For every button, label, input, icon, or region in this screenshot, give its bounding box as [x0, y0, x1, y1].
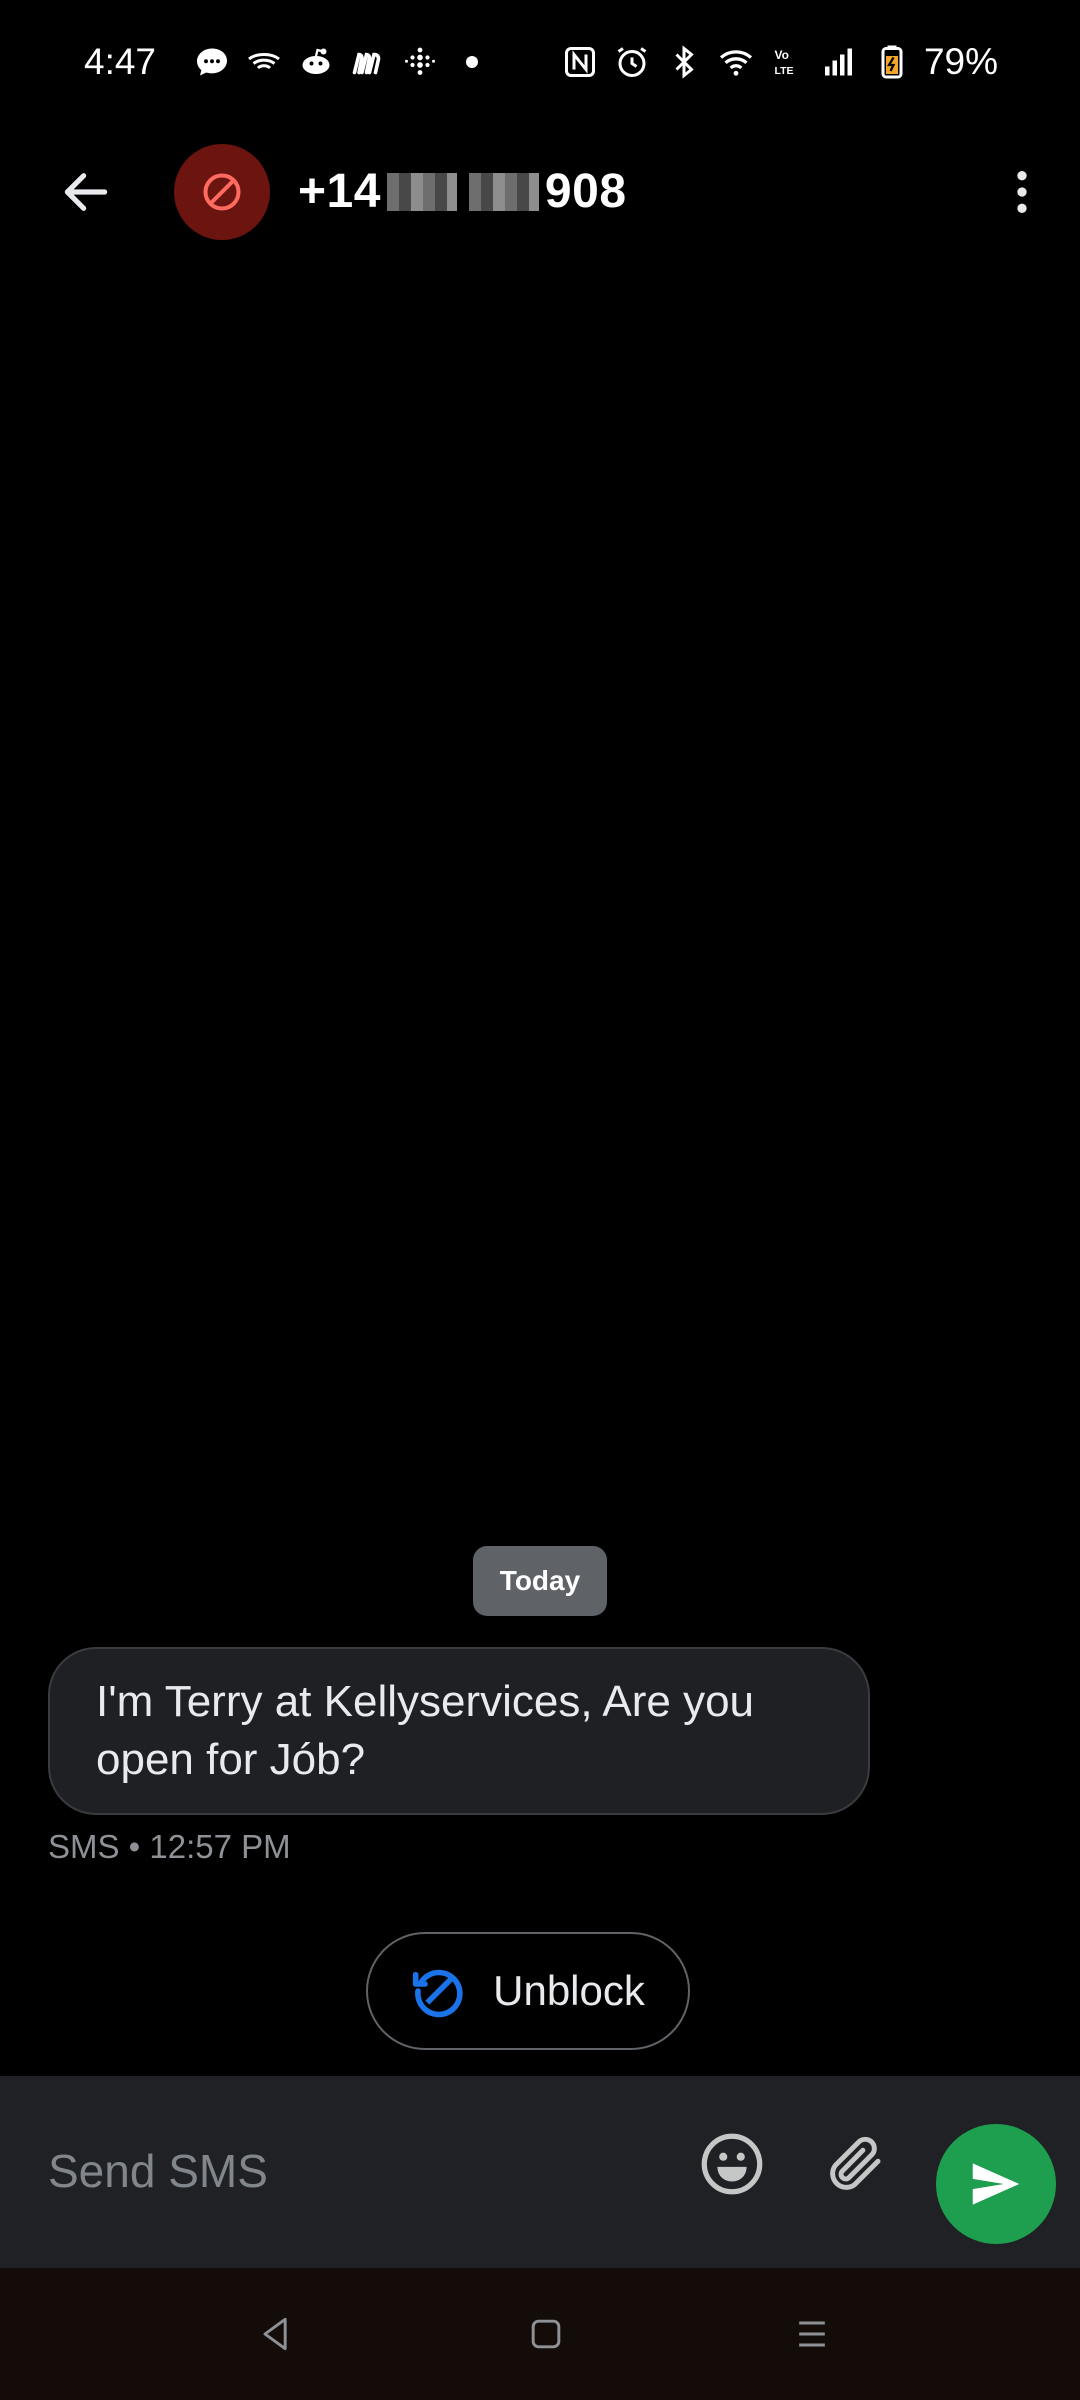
redacted-digits [468, 172, 539, 211]
conversation-header: +14 908 [0, 124, 1080, 260]
message-text: I'm Terry at Kellyservices, Are you open… [96, 1677, 755, 1784]
send-button[interactable] [936, 2124, 1056, 2244]
contact-title[interactable]: +14 908 [298, 164, 627, 219]
more-options-button[interactable] [990, 152, 1054, 232]
wifi-calling-icon [246, 44, 282, 80]
compose-bar [0, 2076, 1080, 2268]
volte-icon: Vo LTE [770, 44, 806, 80]
message-bubble[interactable]: I'm Terry at Kellyservices, Are you open… [48, 1647, 870, 1815]
bluetooth-icon [666, 44, 702, 80]
recents-nav-icon [799, 2321, 825, 2347]
svg-text:Vo: Vo [774, 48, 788, 62]
wifi-icon [718, 44, 754, 80]
battery-percent: 79% [923, 41, 998, 82]
attach-button[interactable] [818, 2126, 894, 2202]
redacted-digits [386, 172, 457, 211]
chat-bubble-icon [194, 44, 230, 80]
paperclip-icon [830, 2136, 881, 2190]
nav-home-button[interactable] [510, 2298, 582, 2370]
emoji-icon [701, 2133, 763, 2195]
avatar[interactable] [174, 144, 270, 240]
blocked-icon [203, 173, 241, 211]
unblock-label: Unblock [493, 1967, 645, 2014]
message-input[interactable] [48, 2126, 648, 2216]
back-button[interactable] [46, 152, 126, 232]
emoji-button[interactable] [694, 2126, 770, 2202]
nfc-icon [562, 44, 598, 80]
status-right: Vo LTE 79% [554, 41, 998, 83]
send-icon [972, 2163, 1020, 2205]
unblock-button[interactable]: Unblock [366, 1932, 690, 2050]
date-chip: Today [473, 1546, 607, 1616]
more-vert-icon [1017, 171, 1027, 213]
system-nav-bar [0, 2268, 1080, 2400]
signal-icon [822, 44, 858, 80]
arrow-left-icon [64, 173, 108, 211]
message-meta: SMS • 12:57 PM [48, 1828, 291, 1865]
nav-back-button[interactable] [240, 2298, 312, 2370]
alarm-icon [614, 44, 650, 80]
home-nav-icon [531, 2319, 561, 2349]
unblock-icon [412, 1969, 463, 2018]
messages-screen: 4:47 Vo LTE 79% +14 908 Today I'm Terry … [0, 0, 1080, 2400]
contact-number-end: 908 [544, 165, 627, 218]
back-nav-icon [263, 2317, 287, 2351]
nav-recents-button[interactable] [776, 2298, 848, 2370]
notification-dot-icon [466, 56, 479, 68]
status-time: 4:47 [84, 41, 157, 82]
reddit-icon [298, 44, 334, 80]
app-m-icon [350, 44, 386, 80]
fitbit-icon [402, 44, 438, 80]
status-left: 4:47 [84, 41, 479, 83]
battery-icon [874, 44, 910, 80]
contact-number-start: +14 [298, 165, 381, 218]
svg-text:LTE: LTE [774, 65, 793, 77]
status-bar: 4:47 Vo LTE 79% [0, 0, 1080, 124]
